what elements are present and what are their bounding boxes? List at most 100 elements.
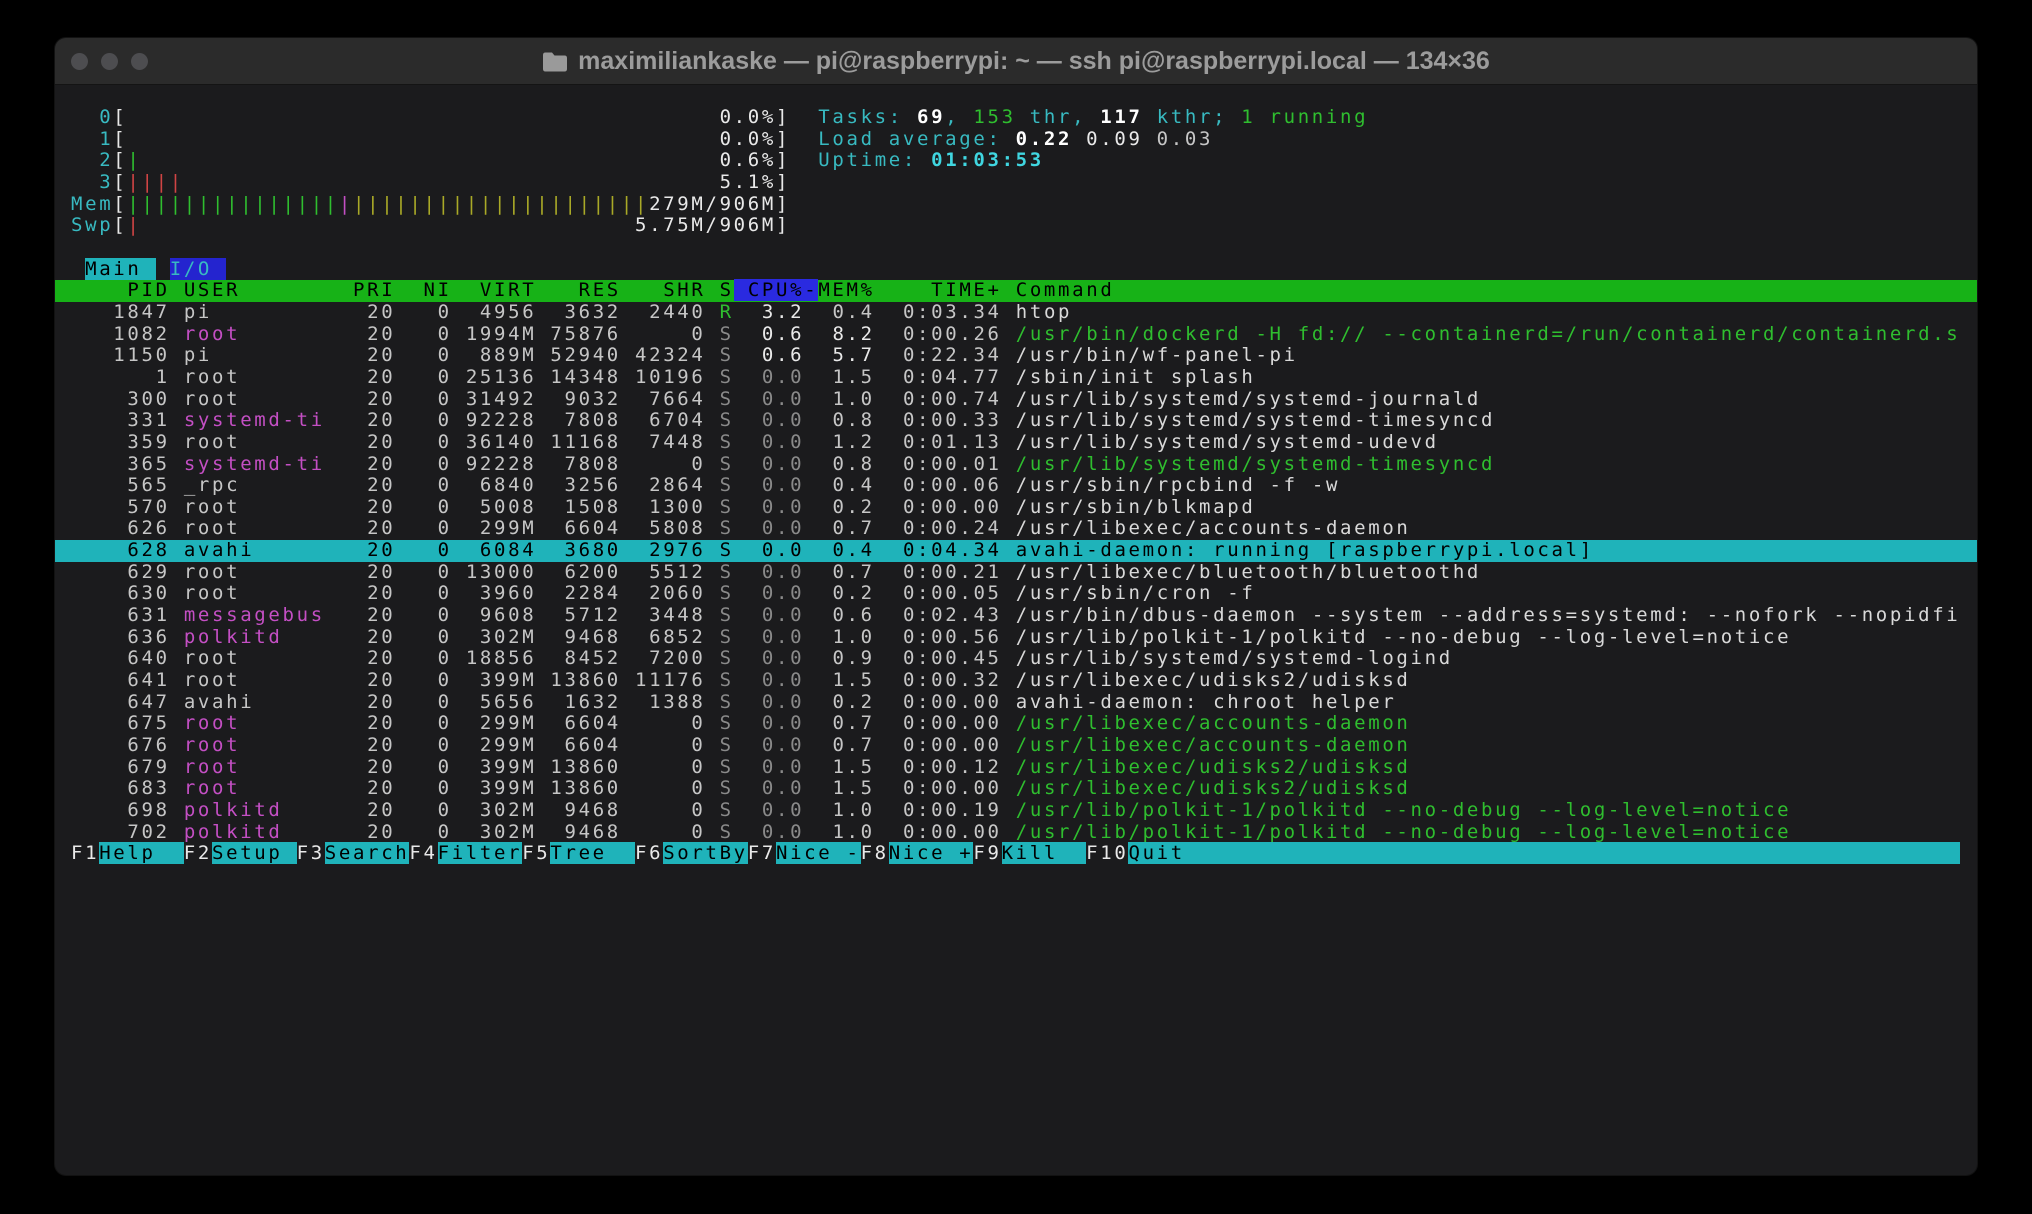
process-row[interactable]: 300 root 20 0 31492 9032 7664 S 0.0 1.0 … <box>55 389 1977 411</box>
process-row[interactable]: 628 avahi 20 0 6084 3680 2976 S 0.0 0.4 … <box>55 540 1977 562</box>
fkey-label-f2[interactable]: Setup <box>212 842 297 864</box>
res-cell: 9032 <box>536 388 621 410</box>
process-row[interactable]: 630 root 20 0 3960 2284 2060 S 0.0 0.2 0… <box>55 583 1977 605</box>
res-cell: 6604 <box>536 712 621 734</box>
process-row[interactable]: 679 root 20 0 399M 13860 0 S 0.0 1.5 0:0… <box>55 757 1977 779</box>
shr-cell: 0 <box>621 323 706 345</box>
column-header-shr[interactable]: SHR <box>621 279 706 301</box>
fkey-f3[interactable]: F3 <box>297 842 325 864</box>
column-header-cpu-sorted[interactable]: CPU%- <box>734 279 819 301</box>
process-row[interactable]: 683 root 20 0 399M 13860 0 S 0.0 1.5 0:0… <box>55 778 1977 800</box>
pid-cell: 365 <box>71 453 170 475</box>
text-run <box>142 149 720 171</box>
text-run <box>706 582 720 604</box>
fkey-label-f9[interactable]: Kill <box>1002 842 1087 864</box>
process-row[interactable]: 631 messagebus 20 0 9608 5712 3448 S 0.0… <box>55 605 1977 627</box>
text-run <box>875 431 889 453</box>
process-row[interactable]: 676 root 20 0 299M 6604 0 S 0.0 0.7 0:00… <box>55 735 1977 757</box>
command-cell: /usr/lib/systemd/systemd-timesyncd <box>1016 409 1495 431</box>
fkey-f1[interactable]: F1 <box>71 842 99 864</box>
text-run <box>1002 561 1016 583</box>
mem-cell: 0.7 <box>818 517 874 539</box>
fkey-f8[interactable]: F8 <box>861 842 889 864</box>
fkey-f10[interactable]: F10 <box>1086 842 1128 864</box>
text-run <box>804 821 818 843</box>
process-row[interactable]: 698 polkitd 20 0 302M 9468 0 S 0.0 1.0 0… <box>55 800 1977 822</box>
tab-io[interactable]: I/O <box>170 258 226 280</box>
column-header-mem[interactable]: MEM% <box>818 279 874 301</box>
fkey-label-f8[interactable]: Nice + <box>889 842 974 864</box>
column-header-res[interactable]: RES <box>536 279 621 301</box>
process-row[interactable]: 1150 pi 20 0 889M 52940 42324 S 0.6 5.7 … <box>55 345 1977 367</box>
time-cell: 0:00.06 <box>889 474 1002 496</box>
text-run <box>1002 388 1016 410</box>
zoom-button[interactable] <box>131 53 148 70</box>
process-row[interactable]: 331 systemd-ti 20 0 92228 7808 6704 S 0.… <box>55 410 1977 432</box>
pri-cell: 20 <box>325 431 396 453</box>
process-row[interactable]: 1 root 20 0 25136 14348 10196 S 0.0 1.5 … <box>55 367 1977 389</box>
fkey-f6[interactable]: F6 <box>635 842 663 864</box>
fkey-f7[interactable]: F7 <box>748 842 776 864</box>
process-row[interactable]: 365 systemd-ti 20 0 92228 7808 0 S 0.0 0… <box>55 454 1977 476</box>
process-row[interactable]: 1082 root 20 0 1994M 75876 0 S 0.6 8.2 0… <box>55 324 1977 346</box>
close-button[interactable] <box>71 53 88 70</box>
fkey-label-f3[interactable]: Search <box>325 842 410 864</box>
column-header-pri[interactable]: PRI <box>325 279 396 301</box>
meter-value: 5.75M/906M <box>635 214 776 236</box>
minimize-button[interactable] <box>101 53 118 70</box>
fkey-f5[interactable]: F5 <box>522 842 550 864</box>
text-run <box>170 279 184 301</box>
fkey-label-f4[interactable]: Filter <box>438 842 523 864</box>
process-row[interactable]: 702 polkitd 20 0 302M 9468 0 S 0.0 1.0 0… <box>55 822 1977 844</box>
stat-text: , <box>1072 106 1100 128</box>
text-run <box>1002 539 1016 561</box>
fkey-label-f10[interactable]: Quit <box>1128 842 1213 864</box>
process-row[interactable]: 565 _rpc 20 0 6840 3256 2864 S 0.0 0.4 0… <box>55 475 1977 497</box>
text-run <box>170 821 184 843</box>
process-row[interactable]: 629 root 20 0 13000 6200 5512 S 0.0 0.7 … <box>55 562 1977 584</box>
pid-cell: 676 <box>71 734 170 756</box>
command-cell: /usr/bin/dockerd -H fd:// --containerd=/… <box>1016 323 1961 345</box>
text-run <box>875 388 889 410</box>
process-row[interactable]: 636 polkitd 20 0 302M 9468 6852 S 0.0 1.… <box>55 627 1977 649</box>
column-header-user[interactable]: USER <box>184 279 325 301</box>
mem-cell: 1.5 <box>818 777 874 799</box>
text-run <box>1002 734 1016 756</box>
process-row[interactable]: 675 root 20 0 299M 6604 0 S 0.0 0.7 0:00… <box>55 713 1977 735</box>
text-run <box>734 582 748 604</box>
pri-cell: 20 <box>325 669 396 691</box>
column-header-virt[interactable]: VIRT <box>452 279 537 301</box>
column-header-state[interactable]: S <box>720 279 734 301</box>
user-cell: root <box>184 669 325 691</box>
mem-cell: 0.6 <box>818 604 874 626</box>
fkey-f9[interactable]: F9 <box>973 842 1001 864</box>
process-row[interactable]: 1847 pi 20 0 4956 3632 2440 R 3.2 0.4 0:… <box>55 302 1977 324</box>
fkey-label-f7[interactable]: Nice - <box>776 842 861 864</box>
column-header-time[interactable]: TIME+ <box>889 279 1002 301</box>
process-row[interactable]: 570 root 20 0 5008 1508 1300 S 0.0 0.2 0… <box>55 497 1977 519</box>
column-header-ni[interactable]: NI <box>395 279 451 301</box>
text-run <box>1002 626 1016 648</box>
fkey-f2[interactable]: F2 <box>184 842 212 864</box>
fkey-label-f1[interactable]: Help <box>99 842 184 864</box>
cpu-cell: 0.0 <box>748 366 804 388</box>
column-header-command[interactable]: Command <box>1016 279 1115 301</box>
process-row[interactable]: 640 root 20 0 18856 8452 7200 S 0.0 0.9 … <box>55 648 1977 670</box>
fkey-label-f5[interactable]: Tree <box>550 842 635 864</box>
pri-cell: 20 <box>325 777 396 799</box>
res-cell: 5712 <box>536 604 621 626</box>
process-row[interactable]: 647 avahi 20 0 5656 1632 1388 S 0.0 0.2 … <box>55 692 1977 714</box>
fkey-f4[interactable]: F4 <box>409 842 437 864</box>
pid-cell: 565 <box>71 474 170 496</box>
fkey-label-f6[interactable]: SortBy <box>663 842 748 864</box>
process-row[interactable]: 641 root 20 0 399M 13860 11176 S 0.0 1.5… <box>55 670 1977 692</box>
process-row[interactable]: 626 root 20 0 299M 6604 5808 S 0.0 0.7 0… <box>55 518 1977 540</box>
column-header-pid[interactable]: PID <box>71 279 170 301</box>
process-row[interactable]: 359 root 20 0 36140 11168 7448 S 0.0 1.2… <box>55 432 1977 454</box>
window-controls <box>71 38 148 84</box>
desktop: maximiliankaske — pi@raspberrypi: ~ — ss… <box>0 0 2032 1214</box>
ni-cell: 0 <box>395 734 451 756</box>
user-cell: systemd-ti <box>184 453 325 475</box>
stat-text: 01:03:53 <box>931 149 1044 171</box>
tab-main[interactable]: Main <box>85 258 156 280</box>
